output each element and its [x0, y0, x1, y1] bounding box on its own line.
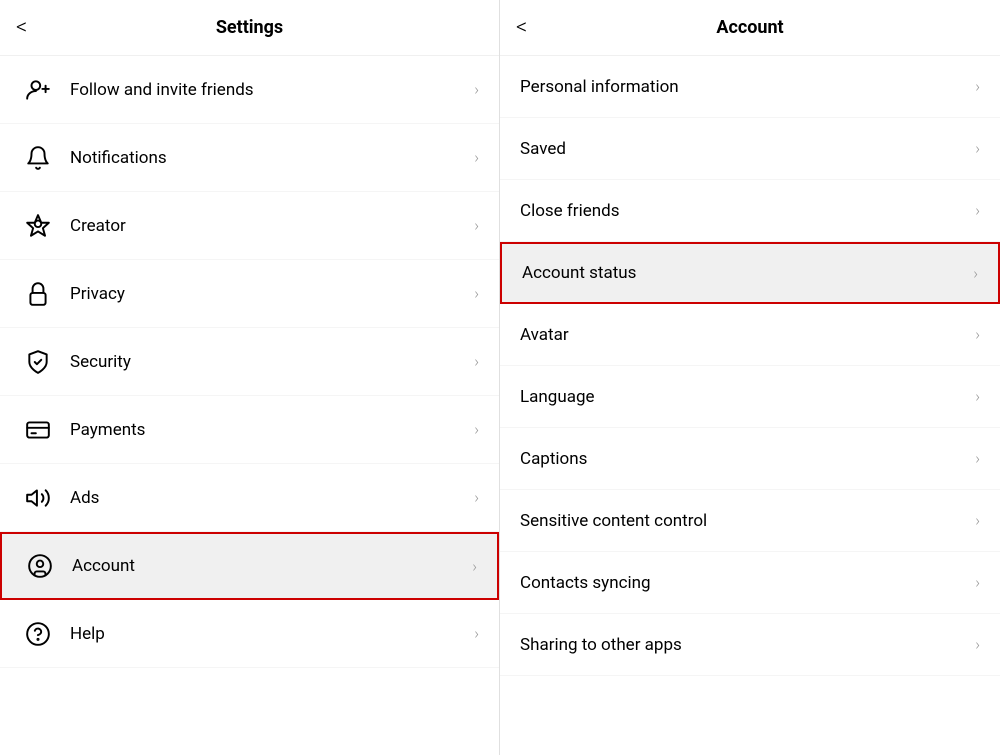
notifications-label: Notifications	[70, 148, 474, 168]
ads-chevron: ›	[474, 488, 479, 507]
close-friends-chevron: ›	[975, 201, 980, 220]
personal-information-chevron: ›	[975, 77, 980, 96]
payments-icon	[20, 412, 56, 448]
account-panel: < Account Personal information › Saved ›…	[500, 0, 1000, 755]
sharing-label: Sharing to other apps	[520, 635, 975, 655]
ads-label: Ads	[70, 488, 474, 508]
help-chevron: ›	[474, 624, 479, 643]
avatar-label: Avatar	[520, 325, 975, 345]
account-title: Account	[716, 17, 783, 38]
notification-icon	[20, 140, 56, 176]
settings-item-help[interactable]: Help ›	[0, 600, 499, 668]
captions-label: Captions	[520, 449, 975, 469]
account-item-contacts-syncing[interactable]: Contacts syncing ›	[500, 552, 1000, 614]
account-item-sharing[interactable]: Sharing to other apps ›	[500, 614, 1000, 676]
account-item-close-friends[interactable]: Close friends ›	[500, 180, 1000, 242]
settings-header: < Settings	[0, 0, 499, 56]
security-label: Security	[70, 352, 474, 372]
settings-panel: < Settings Follow and invite friends ›	[0, 0, 500, 755]
follow-chevron: ›	[474, 80, 479, 99]
security-icon	[20, 344, 56, 380]
account-item-account-status[interactable]: Account status ›	[500, 242, 1000, 304]
account-chevron: ›	[472, 557, 477, 576]
saved-label: Saved	[520, 139, 975, 159]
contacts-syncing-chevron: ›	[975, 573, 980, 592]
settings-back-button[interactable]: <	[16, 15, 27, 40]
avatar-chevron: ›	[975, 325, 980, 344]
settings-item-creator[interactable]: Creator ›	[0, 192, 499, 260]
creator-icon	[20, 208, 56, 244]
sensitive-content-chevron: ›	[975, 511, 980, 530]
account-item-sensitive-content[interactable]: Sensitive content control ›	[500, 490, 1000, 552]
security-chevron: ›	[474, 352, 479, 371]
settings-item-ads[interactable]: Ads ›	[0, 464, 499, 532]
account-header: < Account	[500, 0, 1000, 56]
help-label: Help	[70, 624, 474, 644]
ads-icon	[20, 480, 56, 516]
privacy-chevron: ›	[474, 284, 479, 303]
creator-chevron: ›	[474, 216, 479, 235]
privacy-label: Privacy	[70, 284, 474, 304]
settings-title: Settings	[216, 17, 283, 38]
follow-label: Follow and invite friends	[70, 80, 474, 100]
account-menu-list: Personal information › Saved › Close fri…	[500, 56, 1000, 755]
saved-chevron: ›	[975, 139, 980, 158]
personal-information-label: Personal information	[520, 77, 975, 97]
settings-item-notifications[interactable]: Notifications ›	[0, 124, 499, 192]
account-item-saved[interactable]: Saved ›	[500, 118, 1000, 180]
account-item-language[interactable]: Language ›	[500, 366, 1000, 428]
settings-item-follow[interactable]: Follow and invite friends ›	[0, 56, 499, 124]
settings-item-privacy[interactable]: Privacy ›	[0, 260, 499, 328]
privacy-icon	[20, 276, 56, 312]
account-icon	[22, 548, 58, 584]
sharing-chevron: ›	[975, 635, 980, 654]
account-item-avatar[interactable]: Avatar ›	[500, 304, 1000, 366]
settings-item-payments[interactable]: Payments ›	[0, 396, 499, 464]
account-status-label: Account status	[522, 263, 973, 283]
account-back-button[interactable]: <	[516, 15, 527, 40]
captions-chevron: ›	[975, 449, 980, 468]
follow-icon	[20, 72, 56, 108]
payments-label: Payments	[70, 420, 474, 440]
account-item-captions[interactable]: Captions ›	[500, 428, 1000, 490]
sensitive-content-label: Sensitive content control	[520, 511, 975, 531]
notifications-chevron: ›	[474, 148, 479, 167]
payments-chevron: ›	[474, 420, 479, 439]
contacts-syncing-label: Contacts syncing	[520, 573, 975, 593]
account-label: Account	[72, 556, 472, 576]
help-icon	[20, 616, 56, 652]
creator-label: Creator	[70, 216, 474, 236]
settings-item-security[interactable]: Security ›	[0, 328, 499, 396]
language-chevron: ›	[975, 387, 980, 406]
account-item-personal-information[interactable]: Personal information ›	[500, 56, 1000, 118]
account-status-chevron: ›	[973, 264, 978, 283]
settings-menu-list: Follow and invite friends › Notification…	[0, 56, 499, 755]
close-friends-label: Close friends	[520, 201, 975, 221]
language-label: Language	[520, 387, 975, 407]
settings-item-account[interactable]: Account ›	[0, 532, 499, 600]
